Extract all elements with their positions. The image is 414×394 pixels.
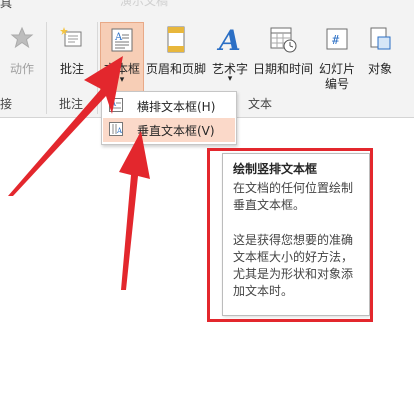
dropdown-caret-icon: ▾ xyxy=(227,74,233,84)
title-strip: 具 演示文稿 xyxy=(0,0,414,11)
object-button[interactable]: 对象 xyxy=(360,24,400,84)
wordart-button[interactable]: A 艺术字 ▾ xyxy=(208,24,252,84)
title-fragment: 具 xyxy=(0,0,13,10)
comment-label: 批注 xyxy=(59,62,84,76)
svg-text:A: A xyxy=(116,127,123,135)
comment-button[interactable]: 批注 xyxy=(52,24,92,84)
group-label-links: 接 xyxy=(0,97,13,111)
object-icon xyxy=(367,26,393,55)
header-footer-label: 页眉和页脚 xyxy=(145,62,206,76)
textbox-dropdown-menu: A 横排文本框(H) A 垂直文本框(V) xyxy=(101,91,237,145)
menu-item-vertical-textbox[interactable]: A 垂直文本框(V) xyxy=(103,118,235,142)
wordart-icon: A xyxy=(216,24,244,57)
datetime-label: 日期和时间 xyxy=(252,62,313,76)
textbox-button[interactable]: A 文本框 ▾ xyxy=(100,22,144,92)
arrow-to-vertical-item xyxy=(119,131,150,290)
header-footer-button[interactable]: 页眉和页脚 xyxy=(145,24,207,84)
menu-item-horizontal-textbox[interactable]: A 横排文本框(H) xyxy=(103,94,235,118)
action-button[interactable]: 动作 xyxy=(2,24,42,84)
group-separator xyxy=(97,22,98,114)
textbox-icon: A xyxy=(109,27,135,56)
group-label-text: 文本 xyxy=(248,97,273,111)
action-label: 动作 xyxy=(9,62,34,76)
group-label-comments: 批注 xyxy=(59,97,84,111)
calendar-clock-icon xyxy=(268,26,298,57)
annotation-box xyxy=(207,148,373,322)
star-icon xyxy=(10,26,34,53)
horizontal-textbox-icon: A xyxy=(109,98,123,112)
svg-text:#: # xyxy=(332,33,340,47)
svg-text:A: A xyxy=(216,24,241,54)
slide-number-icon: # xyxy=(324,26,350,55)
dropdown-caret-icon: ▾ xyxy=(119,75,125,85)
svg-text:A: A xyxy=(114,32,123,43)
menu-item-label: 横排文本框(H) xyxy=(137,100,216,114)
vertical-textbox-icon: A xyxy=(109,122,123,136)
window-title: 演示文稿 xyxy=(120,0,169,8)
slide-number-button[interactable]: # 幻灯片 编号 xyxy=(315,24,359,94)
menu-item-label: 垂直文本框(V) xyxy=(137,124,215,138)
slide-number-label-line2: 编号 xyxy=(324,77,349,91)
header-footer-icon xyxy=(163,26,189,57)
datetime-button[interactable]: 日期和时间 xyxy=(251,24,315,84)
new-comment-icon xyxy=(59,26,85,55)
group-separator xyxy=(46,22,47,114)
object-label: 对象 xyxy=(367,62,392,76)
svg-text:A: A xyxy=(110,100,117,108)
